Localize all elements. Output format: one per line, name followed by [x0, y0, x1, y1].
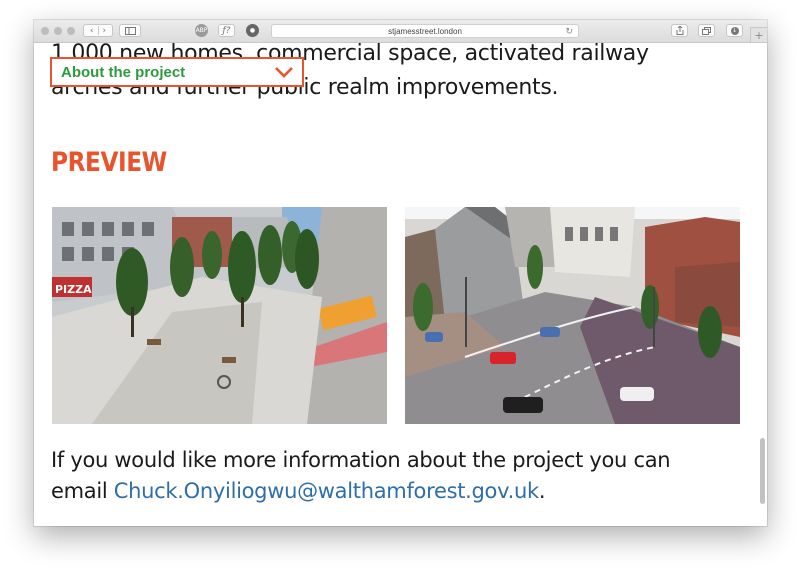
scrollbar-thumb[interactable]	[760, 438, 765, 504]
junction-render-illustration	[405, 207, 740, 424]
sidebar-icon	[124, 26, 136, 35]
chevron-left-icon[interactable]: ‹	[90, 26, 94, 36]
download-icon: ↓	[730, 26, 739, 35]
address-bar[interactable]: stjamesstreet.london ↻	[271, 24, 579, 38]
dropdown-label: About the project	[61, 63, 186, 81]
downloads-button[interactable]: ↓	[726, 24, 743, 37]
close-window-dot[interactable]	[41, 27, 49, 35]
contact-paragraph: If you would like more information about…	[51, 445, 701, 507]
url-text: stjamesstreet.london	[388, 26, 462, 36]
share-icon	[676, 26, 683, 35]
street-render-junction[interactable]	[405, 207, 740, 424]
browser-window: ‹ › ABP ƒ? ● stjamesstreet.london ↻ ↓ + …	[34, 20, 767, 526]
chevron-right-icon[interactable]: ›	[103, 26, 107, 36]
share-button[interactable]	[671, 24, 688, 37]
minimize-window-dot[interactable]	[54, 27, 62, 35]
sidebar-toggle-button[interactable]	[119, 24, 141, 37]
zoom-window-dot[interactable]	[67, 27, 75, 35]
back-forward-buttons[interactable]: ‹ ›	[83, 24, 113, 37]
tabs-overview-button[interactable]	[698, 24, 715, 37]
function-extension-icon[interactable]: ƒ?	[218, 24, 235, 37]
page-content: 1,000 new homes, commercial space, activ…	[34, 43, 767, 526]
email-link[interactable]: Chuck.Onyiliogwu@walthamforest.gov.uk	[114, 479, 539, 503]
browser-toolbar: ‹ › ABP ƒ? ● stjamesstreet.london ↻ ↓ +	[34, 20, 767, 43]
street-render-plaza[interactable]: PIZZA	[52, 207, 387, 424]
tabs-icon	[702, 26, 711, 35]
about-project-dropdown[interactable]: About the project	[50, 57, 304, 87]
adblock-icon[interactable]: ABP	[195, 24, 208, 37]
new-tab-plus-icon[interactable]: +	[750, 27, 767, 42]
preview-heading: PREVIEW	[51, 147, 167, 178]
reload-icon[interactable]: ↻	[565, 25, 573, 37]
plaza-render-illustration: PIZZA	[52, 207, 387, 424]
contact-suffix: .	[538, 479, 546, 503]
svg-text:PIZZA: PIZZA	[55, 283, 92, 296]
ghostery-icon[interactable]: ●	[246, 24, 259, 37]
chevron-down-icon	[275, 67, 293, 78]
